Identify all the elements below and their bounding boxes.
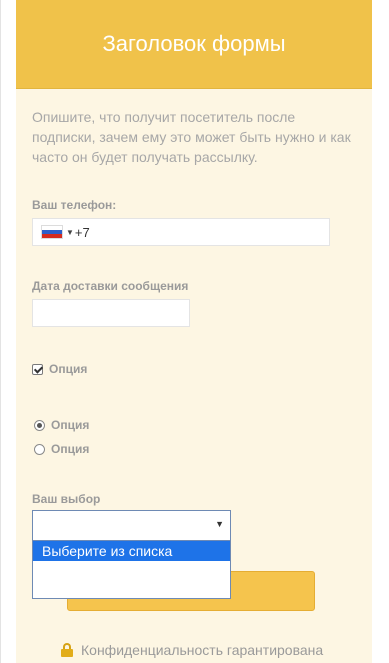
phone-country-code: +7	[74, 224, 90, 240]
radio-label-1: Опция	[51, 418, 90, 432]
delivery-date-input[interactable]	[32, 299, 190, 327]
privacy-note: Конфиденциальность гарантирована	[60, 642, 323, 658]
subscription-form: Заголовок формы Опишите, что получит пос…	[16, 0, 372, 663]
page-divider	[0, 0, 1, 663]
form-header: Заголовок формы	[16, 0, 372, 89]
choice-label: Ваш выбор	[32, 492, 101, 506]
radio-label-2: Опция	[51, 442, 90, 456]
form-title: Заголовок формы	[102, 31, 286, 56]
choice-select[interactable]: ▼	[32, 510, 231, 541]
privacy-text: Конфиденциальность гарантирована	[81, 642, 324, 658]
checkbox[interactable]	[32, 363, 43, 375]
phone-label: Ваш телефон:	[32, 198, 117, 212]
radio-button-checked[interactable]	[34, 419, 45, 431]
radio-option-2[interactable]: Опция	[34, 442, 89, 456]
delivery-date-label: Дата доставки сообщения	[32, 279, 189, 293]
russia-flag-icon[interactable]	[41, 225, 63, 239]
radio-button[interactable]	[34, 443, 45, 455]
checkbox-label: Опция	[49, 362, 88, 376]
chevron-down-icon[interactable]: ▼	[66, 228, 74, 237]
dropdown-arrow-icon[interactable]: ▼	[215, 519, 224, 529]
checkbox-option[interactable]: Опция	[32, 362, 87, 376]
form-description: Опишите, что получит посетитель после по…	[32, 109, 351, 165]
choice-dropdown-list[interactable]: Выберите из списка	[32, 540, 231, 599]
lock-icon	[60, 643, 74, 657]
radio-option-1[interactable]: Опция	[34, 418, 89, 432]
dropdown-option-placeholder[interactable]: Выберите из списка	[33, 541, 230, 561]
phone-input[interactable]: ▼ +7	[32, 218, 330, 246]
